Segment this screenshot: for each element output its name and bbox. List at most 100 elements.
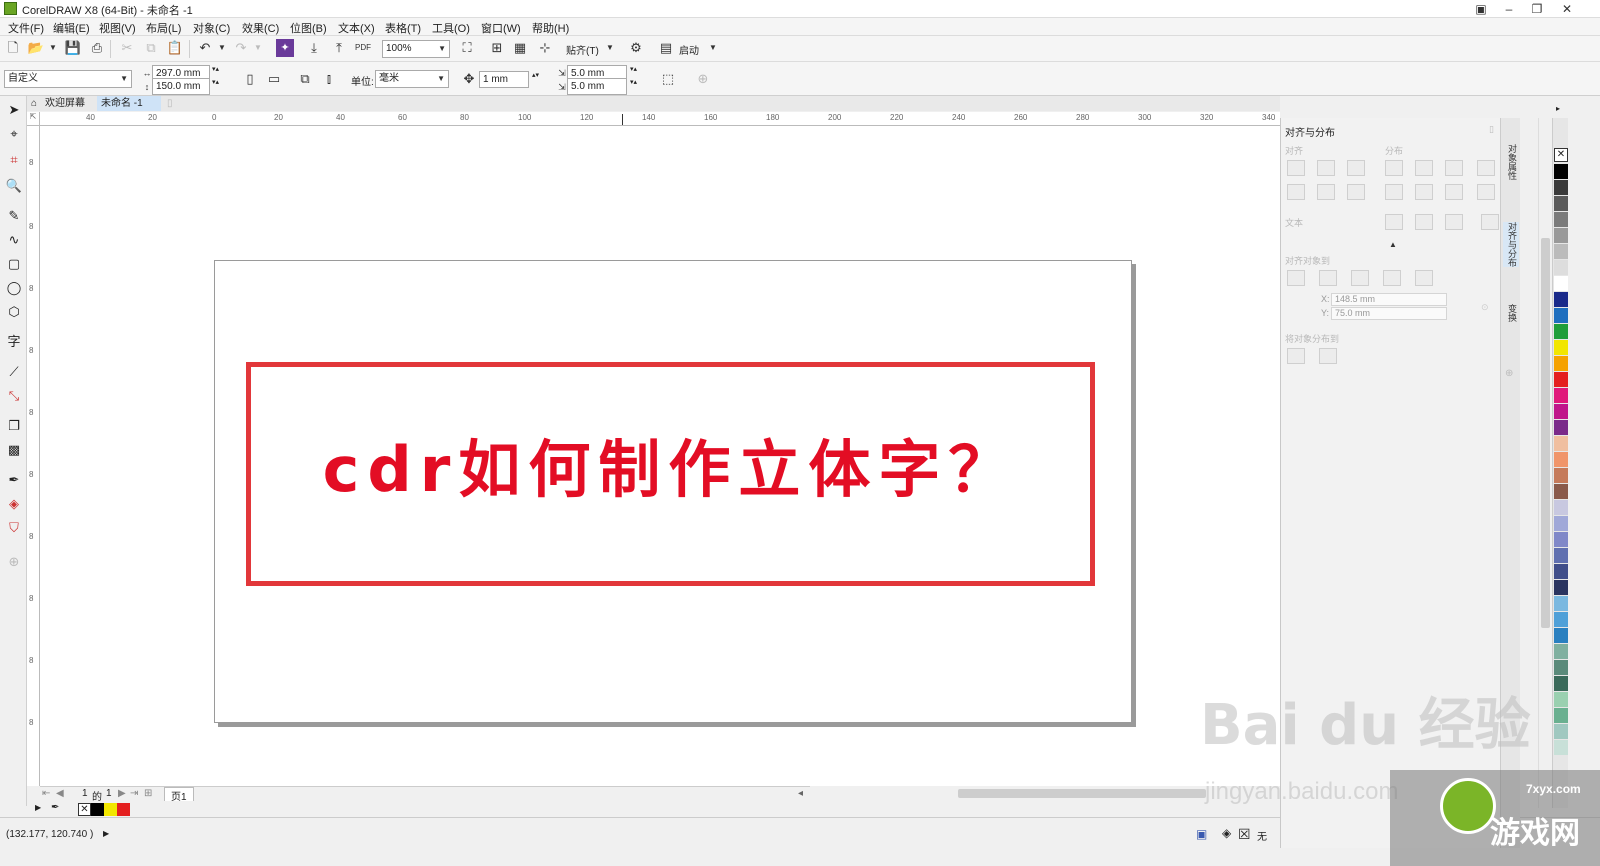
palette-swatch[interactable] <box>1554 564 1568 579</box>
palette-swatch[interactable] <box>1554 292 1568 307</box>
color-profile-icon[interactable]: ▣ <box>1196 827 1207 841</box>
align-to-active-icon[interactable] <box>1287 270 1305 286</box>
distribute-bottom-icon[interactable] <box>1445 184 1463 200</box>
last-page-icon[interactable]: ⇥ <box>130 788 138 799</box>
tab-object-properties[interactable]: 对象属性 <box>1503 144 1519 180</box>
launch-menu[interactable]: 启动 <box>679 42 699 57</box>
menu-bitmaps[interactable]: 位图(B) <box>290 20 327 36</box>
align-top-icon[interactable] <box>1287 184 1305 200</box>
palette-swatch[interactable] <box>1554 708 1568 723</box>
scroll-left-icon[interactable]: ◂ <box>798 788 803 799</box>
palette-swatch[interactable] <box>1554 580 1568 595</box>
next-page-icon[interactable]: ▶ <box>118 788 126 799</box>
red-frame-rectangle[interactable]: cdr如何制作立体字？ <box>246 362 1095 586</box>
palette-swatch[interactable] <box>1554 724 1568 739</box>
open-icon[interactable]: 📂 <box>27 39 45 57</box>
distribute-top-icon[interactable] <box>1385 184 1403 200</box>
tab-transform[interactable]: 变换 <box>1503 304 1519 322</box>
palette-swatch[interactable] <box>1554 628 1568 643</box>
show-rulers-icon[interactable]: ⊞ <box>488 39 506 57</box>
align-right-icon[interactable] <box>1347 160 1365 176</box>
paste-icon[interactable]: 📋 <box>166 39 184 57</box>
palette-swatch[interactable] <box>1554 468 1568 483</box>
duplicate-distance-y-field[interactable]: 5.0 mm <box>567 78 627 95</box>
all-pages-icon[interactable]: ⧉ <box>296 70 314 88</box>
distribute-to-page-icon[interactable] <box>1319 348 1337 364</box>
nudge-distance-field[interactable]: 1 mm <box>479 71 529 88</box>
snap-to-menu[interactable]: 贴齐(T) <box>566 42 599 57</box>
treat-as-filled-icon[interactable]: ⬚ <box>659 70 677 88</box>
snap-dropdown-icon[interactable]: ▼ <box>601 39 619 57</box>
units-select[interactable]: 毫米 ▼ <box>375 70 449 88</box>
ruler-origin[interactable]: ⇱ <box>27 112 40 126</box>
freehand-tool-icon[interactable]: ✎ <box>4 206 24 226</box>
distribute-left-icon[interactable] <box>1385 160 1403 176</box>
align-left-icon[interactable] <box>1287 160 1305 176</box>
rectangle-tool-icon[interactable]: ▢ <box>4 254 24 274</box>
quick-customize-icon[interactable]: ⊕ <box>694 70 712 88</box>
color-eyedropper-tool-icon[interactable]: ✒ <box>4 470 24 490</box>
menu-table[interactable]: 表格(T) <box>385 20 421 36</box>
palette-swatch[interactable] <box>1554 500 1568 515</box>
menu-window[interactable]: 窗口(W) <box>481 20 521 36</box>
drop-shadow-tool-icon[interactable]: ❐ <box>4 416 24 436</box>
text-last-line-icon[interactable] <box>1415 214 1433 230</box>
menu-help[interactable]: 帮助(H) <box>532 20 569 36</box>
palette-swatch[interactable] <box>1554 388 1568 403</box>
publish-pdf-icon[interactable]: PDF <box>354 39 372 57</box>
maximize-button[interactable]: ❐ <box>1522 0 1552 18</box>
save-icon[interactable]: 💾 <box>64 39 82 57</box>
no-color-swatch[interactable]: ✕ <box>78 803 91 816</box>
palette-swatch[interactable] <box>1554 532 1568 547</box>
palette-swatch[interactable] <box>1554 356 1568 371</box>
menu-text[interactable]: 文本(X) <box>338 20 375 36</box>
eyedropper-icon[interactable]: ✒ <box>51 802 59 813</box>
palette-swatch[interactable] <box>1554 308 1568 323</box>
scrollbar-thumb[interactable] <box>958 789 1206 798</box>
align-center-v-icon[interactable] <box>1317 184 1335 200</box>
palette-swatch[interactable] <box>1554 212 1568 227</box>
yellow-swatch[interactable] <box>104 803 117 816</box>
connector-tool-icon[interactable]: ⤡ <box>4 386 24 406</box>
palette-swatch[interactable] <box>1554 180 1568 195</box>
docker-restore-icon[interactable]: ▯ <box>1489 124 1494 135</box>
collapse-section-icon[interactable]: ▲ <box>1389 240 1397 249</box>
align-bottom-icon[interactable] <box>1347 184 1365 200</box>
vscroll-thumb[interactable] <box>1541 238 1550 628</box>
prev-page-icon[interactable]: ◀ <box>56 788 64 799</box>
home-icon[interactable]: ⌂ <box>27 96 41 111</box>
width-spinner[interactable]: ▾▴ <box>212 65 219 73</box>
distribute-center-icon[interactable] <box>1415 160 1433 176</box>
palette-swatch[interactable] <box>1554 676 1568 691</box>
portrait-icon[interactable]: ▯ <box>241 70 259 88</box>
add-page-icon[interactable]: ⊞ <box>144 788 152 799</box>
menu-view[interactable]: 视图(V) <box>99 20 136 36</box>
zoom-tool-icon[interactable]: 🔍 <box>4 176 24 196</box>
current-page-icon[interactable]: ⫾ <box>320 70 338 88</box>
palette-scroll-up-icon[interactable]: ▸ <box>1556 104 1560 113</box>
redo-dropdown-icon[interactable]: ▼ <box>249 39 267 57</box>
horizontal-ruler[interactable]: 40 20 0 20 40 60 80 100 120 140 160 180 … <box>40 112 1280 126</box>
search-content-icon[interactable]: ✦ <box>276 39 294 57</box>
palette-no-color-swatch[interactable]: ✕ <box>1554 148 1568 162</box>
palette-swatch[interactable] <box>1554 484 1568 499</box>
tab-document[interactable]: 未命名 -1 <box>97 96 161 111</box>
palette-swatch[interactable] <box>1554 372 1568 387</box>
palette-swatch[interactable] <box>1554 740 1568 755</box>
palette-swatch[interactable] <box>1554 244 1568 259</box>
pick-tool-icon[interactable]: ➤ <box>4 100 24 120</box>
text-add-icon[interactable] <box>1481 214 1499 230</box>
align-to-page-edge-icon[interactable] <box>1319 270 1337 286</box>
palette-swatch[interactable] <box>1554 596 1568 611</box>
zoom-level-select[interactable]: 100% ▼ <box>382 40 450 58</box>
menu-layout[interactable]: 布局(L) <box>146 20 181 36</box>
distribute-right-icon[interactable] <box>1445 160 1463 176</box>
parallel-dimension-tool-icon[interactable]: ⟋ <box>4 362 24 382</box>
options-gear-icon[interactable]: ⚙ <box>627 39 645 57</box>
show-grid-icon[interactable]: ▦ <box>511 39 529 57</box>
ellipse-tool-icon[interactable]: ◯ <box>4 278 24 298</box>
artistic-media-tool-icon[interactable]: ∿ <box>4 230 24 250</box>
distribute-spacing-v-icon[interactable] <box>1477 184 1495 200</box>
align-to-grid-icon[interactable] <box>1383 270 1401 286</box>
vertical-ruler[interactable]: 8 8 8 8 8 8 8 8 8 8 <box>27 126 40 786</box>
